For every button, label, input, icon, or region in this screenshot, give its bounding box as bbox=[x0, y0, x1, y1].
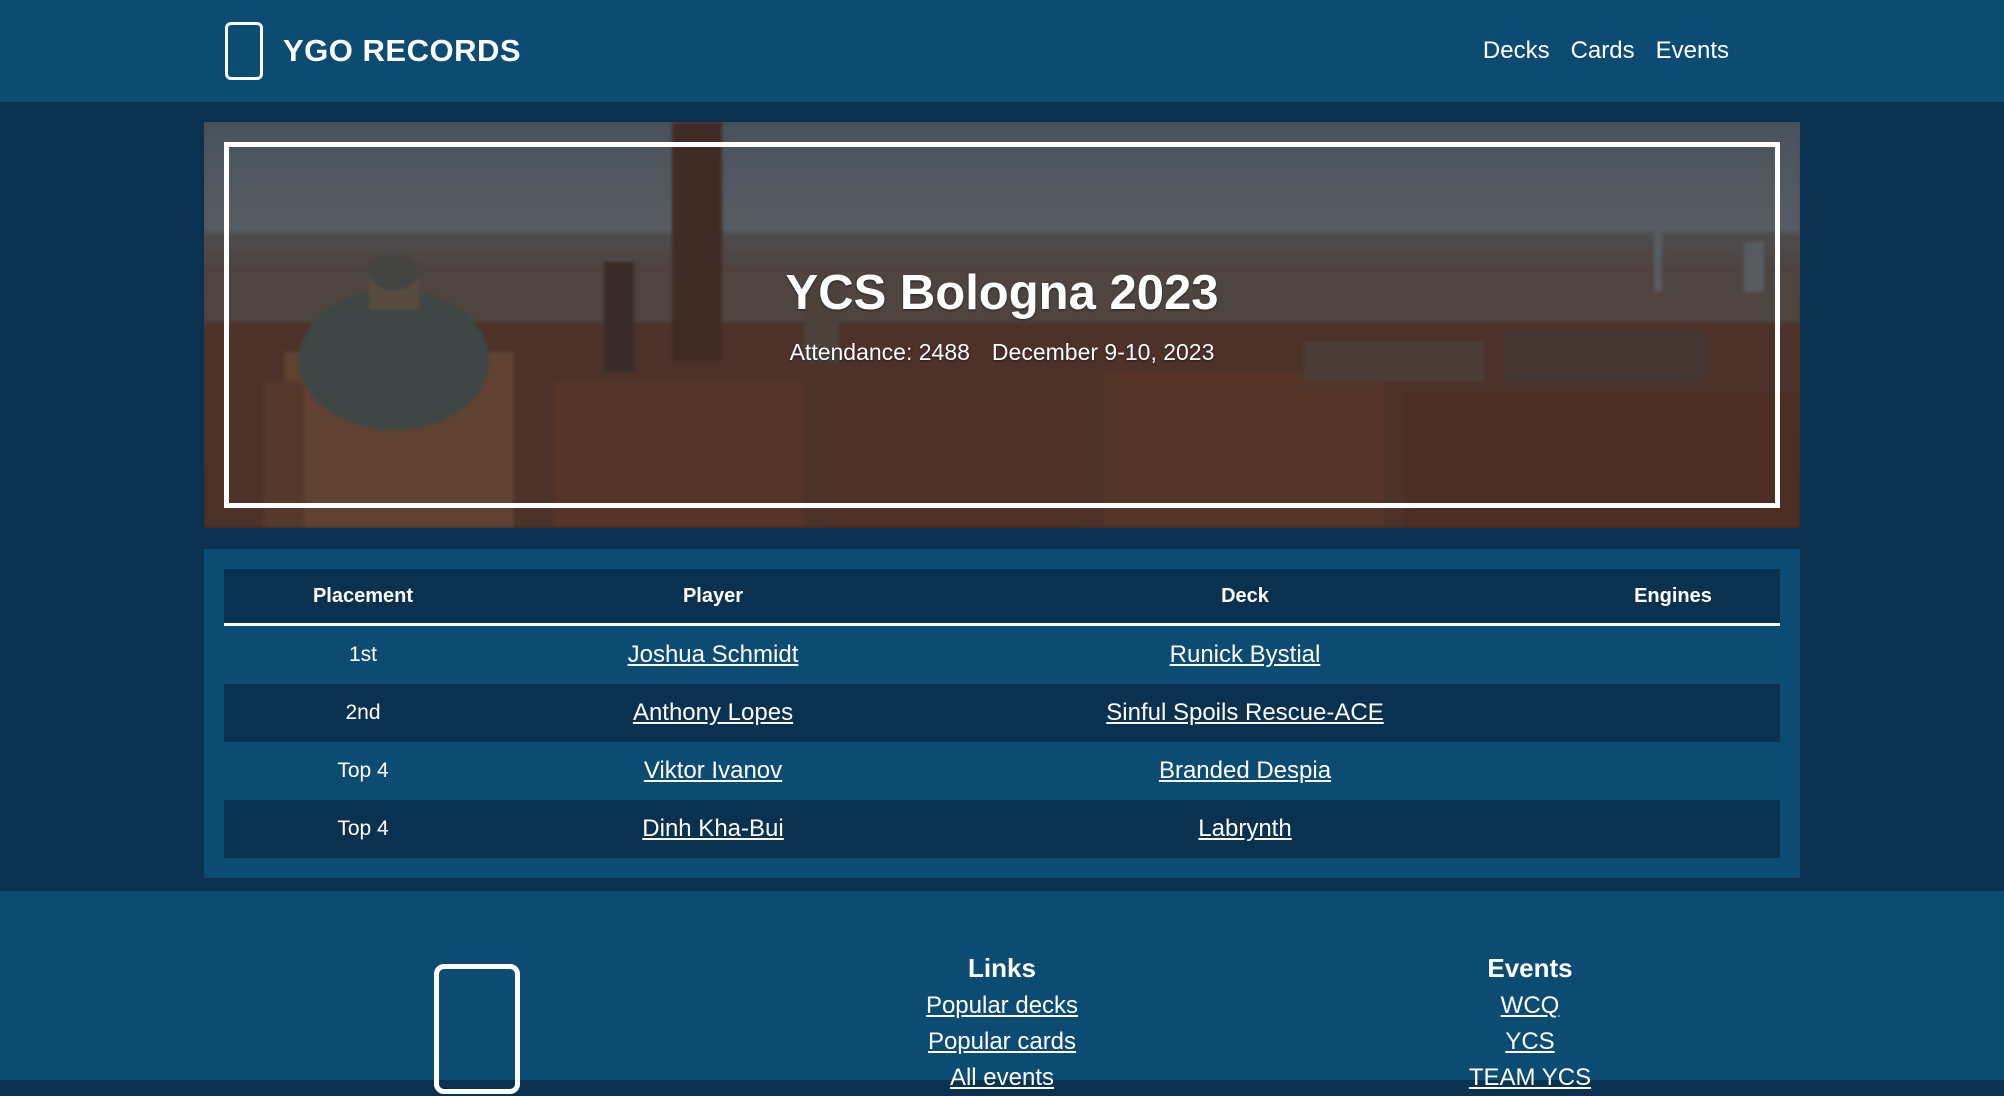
player-link[interactable]: Anthony Lopes bbox=[633, 699, 793, 726]
footer-link-all-events[interactable]: All events bbox=[950, 1060, 1054, 1096]
footer-link-popular-cards[interactable]: Popular cards bbox=[928, 1024, 1076, 1060]
footer-events-heading: Events bbox=[1487, 953, 1573, 983]
main-nav: Decks Cards Events bbox=[1483, 37, 1729, 65]
placement-cell: Top 4 bbox=[224, 800, 502, 858]
player-cell: Viktor Ivanov bbox=[502, 742, 924, 800]
main-content: YCS Bologna 2023 Attendance: 2488 Decemb… bbox=[204, 122, 1800, 878]
event-hero: YCS Bologna 2023 Attendance: 2488 Decemb… bbox=[204, 122, 1800, 528]
deck-link[interactable]: Runick Bystial bbox=[1170, 641, 1321, 668]
event-dates: December 9-10, 2023 bbox=[991, 338, 1215, 365]
event-title: YCS Bologna 2023 bbox=[785, 265, 1219, 320]
placement-cell: 1st bbox=[224, 624, 502, 684]
table-row: 1st Joshua Schmidt Runick Bystial bbox=[224, 624, 1780, 684]
deck-cell: Runick Bystial bbox=[924, 624, 1566, 684]
footer-links-column: Links Popular decks Popular cards All ev… bbox=[902, 953, 1102, 1096]
nav-link-events[interactable]: Events bbox=[1656, 37, 1729, 65]
event-attendance: Attendance: 2488 bbox=[789, 338, 970, 365]
table-row: Top 4 Dinh Kha-Bui Labrynth bbox=[224, 800, 1780, 858]
engines-cell bbox=[1566, 684, 1780, 742]
footer-link-ycs[interactable]: YCS bbox=[1505, 1024, 1554, 1060]
player-link[interactable]: Viktor Ivanov bbox=[644, 757, 782, 784]
deck-link[interactable]: Sinful Spoils Rescue-ACE bbox=[1106, 699, 1383, 726]
placement-cell: 2nd bbox=[224, 684, 502, 742]
column-header-player: Player bbox=[502, 569, 924, 626]
footer-link-team-ycs[interactable]: TEAM YCS bbox=[1469, 1060, 1591, 1096]
footer-events-column: Events WCQ YCS TEAM YCS bbox=[1430, 953, 1630, 1096]
player-link[interactable]: Dinh Kha-Bui bbox=[642, 815, 783, 842]
brand-title: YGO RECORDS bbox=[283, 33, 522, 68]
deck-cell: Branded Despia bbox=[924, 742, 1566, 800]
brand-link[interactable]: YGO RECORDS bbox=[225, 22, 521, 80]
deck-cell: Sinful Spoils Rescue-ACE bbox=[924, 684, 1566, 742]
table-row: 2nd Anthony Lopes Sinful Spoils Rescue-A… bbox=[224, 684, 1780, 742]
deck-link[interactable]: Branded Despia bbox=[1159, 757, 1331, 784]
player-cell: Anthony Lopes bbox=[502, 684, 924, 742]
column-header-engines: Engines bbox=[1566, 569, 1780, 626]
nav-link-cards[interactable]: Cards bbox=[1571, 37, 1635, 65]
hero-frame: YCS Bologna 2023 Attendance: 2488 Decemb… bbox=[224, 142, 1780, 508]
crescent-moon-card-icon bbox=[225, 22, 263, 80]
player-cell: Joshua Schmidt bbox=[502, 624, 924, 684]
site-header: YGO RECORDS Decks Cards Events bbox=[0, 0, 2004, 102]
placement-cell: Top 4 bbox=[224, 742, 502, 800]
nav-link-decks[interactable]: Decks bbox=[1483, 37, 1550, 65]
footer-link-popular-decks[interactable]: Popular decks bbox=[926, 988, 1078, 1024]
deck-link[interactable]: Labrynth bbox=[1198, 815, 1291, 842]
column-header-deck: Deck bbox=[924, 569, 1566, 626]
deck-cell: Labrynth bbox=[924, 800, 1566, 858]
crescent-moon-card-icon bbox=[434, 964, 520, 1094]
column-header-placement: Placement bbox=[224, 569, 502, 626]
event-meta: Attendance: 2488 December 9-10, 2023 bbox=[790, 339, 1215, 366]
results-table: Placement Player Deck Engines 1st Joshua… bbox=[224, 569, 1780, 858]
results-section: Placement Player Deck Engines 1st Joshua… bbox=[204, 549, 1800, 878]
engines-cell bbox=[1566, 624, 1780, 684]
player-link[interactable]: Joshua Schmidt bbox=[628, 641, 799, 668]
table-row: Top 4 Viktor Ivanov Branded Despia bbox=[224, 742, 1780, 800]
engines-cell bbox=[1566, 800, 1780, 858]
player-cell: Dinh Kha-Bui bbox=[502, 800, 924, 858]
footer-link-wcq[interactable]: WCQ bbox=[1501, 988, 1560, 1024]
footer-links-heading: Links bbox=[968, 953, 1036, 983]
engines-cell bbox=[1566, 742, 1780, 800]
site-footer: Links Popular decks Popular cards All ev… bbox=[0, 891, 2004, 1094]
results-header-row: Placement Player Deck Engines bbox=[224, 569, 1780, 626]
